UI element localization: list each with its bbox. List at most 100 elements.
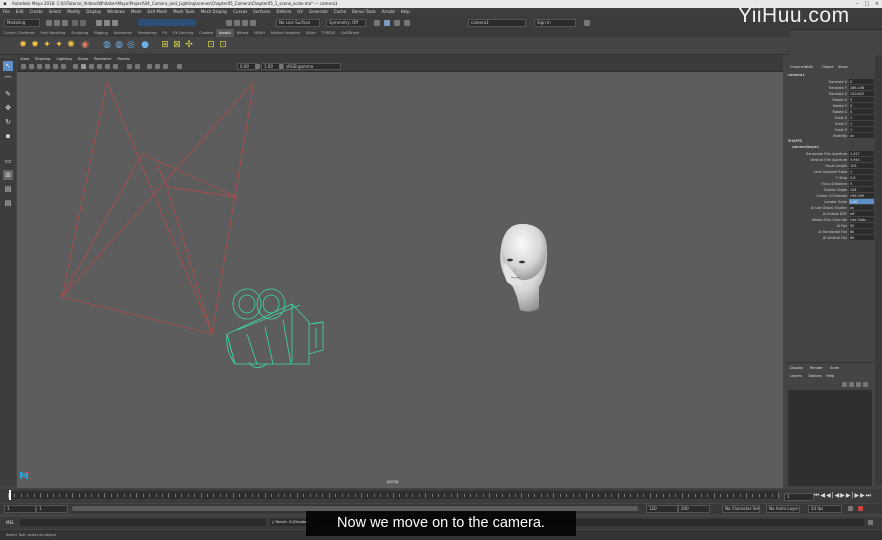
shelf-tab-arnold[interactable]: Arnold [216,29,234,37]
current-time-marker[interactable] [9,490,11,500]
menu-create[interactable]: Create [26,8,45,16]
layer-menu-help[interactable]: Help [826,374,834,378]
exposure-field[interactable]: 0.00 [237,63,257,70]
redo-icon[interactable] [80,20,86,26]
start-frame-field[interactable]: 1 [4,505,36,513]
physical-sky-icon[interactable]: ◍ [102,40,112,50]
menu-mesh-display[interactable]: Mesh Display [198,8,231,16]
rotate-tool-icon[interactable]: ↻ [3,117,13,127]
fps-dropdown[interactable]: 24 fps [808,505,842,513]
film-gate-icon[interactable] [53,64,58,69]
channel-attribute-value[interactable]: 1 [849,169,874,174]
move-tool-icon[interactable]: ✥ [3,103,13,113]
menu-arnold[interactable]: Arnold [379,8,398,16]
panel-menu-shading[interactable]: Shading [32,55,53,62]
open-scene-icon[interactable] [54,20,60,26]
exposure-icon[interactable] [177,64,182,69]
animation-prefs-icon[interactable] [858,506,863,511]
layer-tab-render[interactable]: Render [810,366,823,370]
command-input[interactable] [20,519,266,526]
view-transform-dropdown[interactable]: sRGB gamma [283,63,341,70]
menu-mesh[interactable]: Mesh [128,8,145,16]
select-tool-icon[interactable]: ↖ [3,61,13,71]
save-scene-icon[interactable] [62,20,68,26]
gamma-icon[interactable] [255,64,260,69]
time-slider[interactable]: 1 ⏮◀◀|◀▶▶|▶▶⏭ [0,489,882,503]
time-ruler[interactable] [8,491,779,499]
menu-uv[interactable]: UV [294,8,306,16]
layer-tab-anim[interactable]: Anim [830,366,839,370]
shelf-tab-custom[interactable]: Custom [196,29,216,37]
sign-in-button[interactable]: Sign In [534,19,576,27]
menu-cache[interactable]: Cache [331,8,349,16]
menu-edit-mesh[interactable]: Edit Mesh [145,8,171,16]
menu-edit[interactable]: Edit [13,8,27,16]
menu-mesh-tools[interactable]: Mesh Tools [170,8,198,16]
shelf-tab-gozbrush[interactable]: GoZBrush [338,29,362,37]
new-layer-selected-icon[interactable] [863,382,868,387]
channel-attribute-value[interactable]: 5 [849,181,874,186]
menu-bonus-tools[interactable]: Bonus Tools [349,8,378,16]
channel-attribute-row[interactable]: Ai Vertical Fov 60 [786,235,874,241]
spot-light-icon[interactable]: ✦ [42,40,52,50]
panel-menu-lighting[interactable]: Lighting [53,55,74,62]
render-view-icon[interactable] [374,20,380,26]
ipr-render-icon[interactable] [394,20,400,26]
shelf-tab-rendering[interactable]: Rendering [135,29,159,37]
side-tab-strip[interactable] [875,55,882,485]
channel-attribute-value[interactable]: 60 [849,235,874,240]
current-frame-field[interactable]: 1 [784,493,814,501]
anim-layer-dropdown[interactable]: No Anim Layer [766,505,800,513]
layer-move-down-icon[interactable] [849,382,854,387]
menu-generate[interactable]: Generate [306,8,331,16]
shelf-tab-fx-caching[interactable]: FX Caching [170,29,196,37]
channel-attribute-value[interactable]: 1 [849,121,874,126]
create-standin-icon[interactable]: ⊞ [160,40,170,50]
select-object-icon[interactable] [104,20,110,26]
textured-icon[interactable] [97,64,102,69]
shelf-tab-animation[interactable]: Animation [111,29,135,37]
channel-attribute-value[interactable]: on [849,205,874,210]
render-arnold-icon[interactable]: ◎ [126,40,136,50]
multisample-aa-icon[interactable] [155,64,160,69]
scale-tool-icon[interactable]: ▪ [3,131,13,141]
depth-of-field-icon[interactable] [163,64,168,69]
channel-attribute-value[interactable]: 90 [849,223,874,228]
menu-help[interactable]: Help [398,8,413,16]
xray-icon[interactable] [127,64,132,69]
menu-select[interactable]: Select [46,8,64,16]
create-volume-icon[interactable]: ⊠ [172,40,182,50]
shelf-tab-fx[interactable]: FX [160,29,171,37]
menu-windows[interactable]: Windows [104,8,128,16]
panel-menu-show[interactable]: Show [75,55,91,62]
channel-attribute-value[interactable]: 60 [849,229,874,234]
perspective-viewport[interactable]: persp M [17,72,783,488]
smooth-shade-icon[interactable] [81,64,86,69]
select-component-icon[interactable] [112,20,118,26]
bookmark-icon[interactable] [29,64,34,69]
select-hierarchy-icon[interactable] [96,20,102,26]
channel-attribute-value[interactable]: 0 [849,79,874,84]
area-light-icon[interactable]: ✹ [18,40,28,50]
shelf-tab-rigging[interactable]: Rigging [91,29,111,37]
snap-grid-icon[interactable] [226,20,232,26]
script-editor-icon[interactable] [868,520,873,525]
auto-key-icon[interactable] [848,506,853,511]
grid-toggle-icon[interactable] [45,64,50,69]
outliner-layout-icon[interactable]: ▤ [3,184,13,194]
single-view-layout-icon[interactable]: ▭ [3,156,13,166]
snap-curve-icon[interactable] [234,20,240,26]
selection-mask-group[interactable] [138,19,196,26]
symmetry-dropdown[interactable]: Symmetry: Off [326,19,366,27]
maximize-icon[interactable]: □ [862,0,872,8]
image-plane-icon[interactable] [37,64,42,69]
layer-move-up-icon[interactable] [842,382,847,387]
channel-attribute-value[interactable]: 144 [849,187,874,192]
channel-attribute-value[interactable]: 286.146 [849,85,874,90]
panel-menu-renderer[interactable]: Renderer [91,55,114,62]
wireframe-icon[interactable] [73,64,78,69]
point-light-icon[interactable]: ✹ [30,40,40,50]
panel-menu-panels[interactable]: Panels [114,55,132,62]
light-manager-icon[interactable]: ⊡ [206,40,216,50]
channel-attribute-value[interactable]: on [849,133,874,138]
